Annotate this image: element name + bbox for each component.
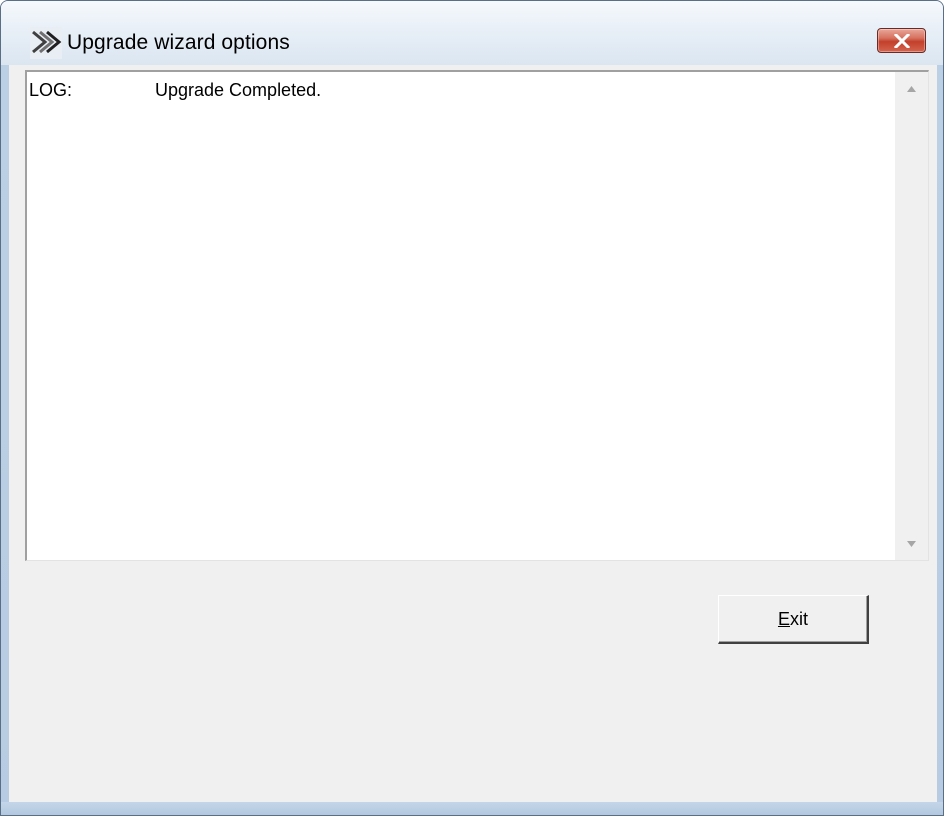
upgrade-wizard-arrow-icon bbox=[30, 27, 62, 59]
dialog-client-area: LOG: Upgrade Completed. Exit bbox=[9, 65, 937, 804]
log-label: LOG: bbox=[29, 80, 73, 100]
scroll-up-button[interactable] bbox=[895, 72, 928, 105]
exit-label: xit bbox=[790, 609, 808, 629]
vertical-scrollbar[interactable] bbox=[895, 72, 928, 560]
log-entry: LOG: Upgrade Completed. bbox=[29, 80, 321, 101]
dialog-window: Upgrade wizard options LOG: Upgrade Compl… bbox=[0, 0, 944, 816]
title-bar[interactable]: Upgrade wizard options bbox=[1, 1, 943, 65]
close-button[interactable] bbox=[877, 28, 926, 53]
exit-button[interactable]: Exit bbox=[718, 595, 869, 644]
window-title: Upgrade wizard options bbox=[67, 31, 290, 54]
window-bottom-border bbox=[1, 802, 943, 815]
close-icon bbox=[894, 34, 910, 48]
scroll-up-arrow-icon bbox=[907, 86, 916, 92]
scroll-down-button[interactable] bbox=[895, 527, 928, 560]
log-message: Upgrade Completed. bbox=[155, 80, 322, 100]
log-textbox[interactable]: LOG: Upgrade Completed. bbox=[25, 70, 929, 561]
exit-mnemonic: E bbox=[777, 609, 790, 629]
scroll-down-arrow-icon bbox=[907, 541, 916, 547]
